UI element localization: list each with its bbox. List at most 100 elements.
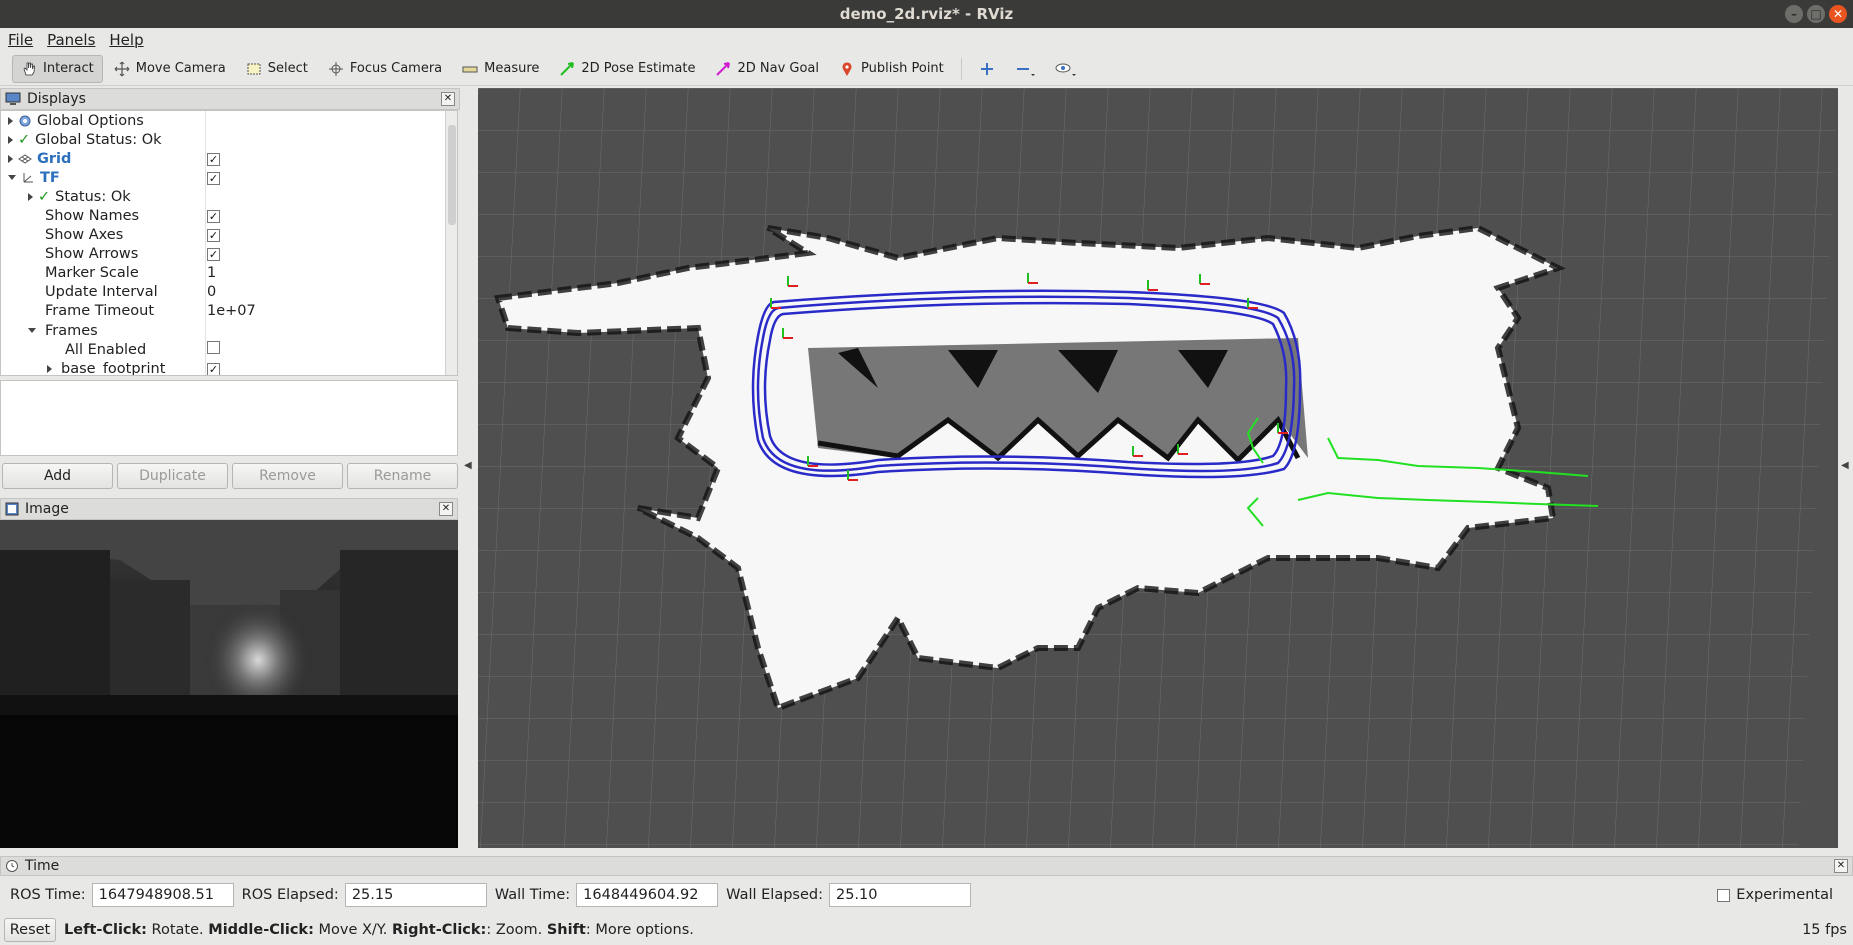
update-interval-value[interactable]: 0 [207, 284, 216, 300]
tree-row-all-enabled[interactable]: All Enabled [1, 340, 457, 359]
tree-label: Show Axes [45, 227, 124, 244]
show-names-checkbox[interactable]: ✓ [207, 208, 220, 224]
menu-file[interactable]: File [8, 31, 33, 49]
displays-scrollbar[interactable] [445, 111, 457, 375]
base-footprint-checkbox[interactable]: ✓ [207, 361, 220, 375]
display-buttons: Add Duplicate Remove Rename [2, 463, 458, 489]
experimental-checkbox[interactable] [1717, 888, 1731, 902]
clock-icon [6, 860, 18, 872]
focus-camera-tool[interactable]: Focus Camera [319, 55, 451, 83]
fps-indicator: 15 fps [1802, 922, 1847, 938]
toolbar: Interact Move Camera Select Focus Camera… [0, 52, 1853, 86]
show-arrows-checkbox[interactable]: ✓ [207, 246, 220, 262]
tree-row-tf[interactable]: TF ✓ [1, 168, 457, 187]
collapse-arrow-icon[interactable] [8, 175, 16, 181]
tree-row-global-status[interactable]: ✓ Global Status: Ok [1, 130, 457, 149]
frame-timeout-value[interactable]: 1e+07 [207, 303, 256, 319]
experimental-toggle[interactable]: Experimental [1717, 887, 1833, 903]
tree-row-show-names[interactable]: Show Names ✓ [1, 206, 457, 225]
remove-tool-button[interactable] [1006, 55, 1044, 83]
add-tool-button[interactable] [970, 55, 1004, 83]
menubar: File Panels Help [0, 28, 1853, 52]
tree-label: Global Status: Ok [35, 131, 162, 148]
tree-label: TF [40, 169, 60, 186]
tree-row-base-footprint[interactable]: base_footprint ✓ [1, 359, 457, 375]
wall-time-field[interactable]: 1648449604.92 [576, 883, 719, 907]
expand-arrow-icon[interactable] [8, 135, 13, 144]
tree-row-grid[interactable]: Grid ✓ [1, 149, 457, 168]
ok-check-icon: ✓ [38, 188, 51, 205]
tree-label: Grid [37, 150, 72, 167]
pose-estimate-tool[interactable]: 2D Pose Estimate [550, 55, 704, 83]
tree-row-global-options[interactable]: Global Options [1, 111, 457, 130]
view-tool-button[interactable] [1046, 55, 1086, 83]
tree-row-status[interactable]: ✓ Status: Ok [1, 187, 457, 206]
move-camera-label: Move Camera [135, 61, 226, 76]
displays-tree: Global Options ✓ Global Status: Ok Grid … [0, 110, 458, 376]
minimize-icon[interactable]: – [1785, 5, 1803, 23]
move-camera-tool[interactable]: Move Camera [105, 55, 235, 83]
move-camera-icon [114, 61, 130, 76]
wall-elapsed-field[interactable]: 25.10 [828, 883, 971, 907]
focus-camera-label: Focus Camera [349, 61, 443, 76]
tree-label: All Enabled [65, 341, 147, 358]
all-enabled-checkbox[interactable] [207, 341, 220, 358]
publish-point-tool[interactable]: Publish Point [830, 55, 953, 83]
maximize-icon[interactable]: □ [1807, 5, 1825, 23]
tree-label: Update Interval [45, 284, 158, 301]
reset-button[interactable]: Reset [4, 918, 56, 942]
image-title: Image [25, 501, 69, 517]
displays-close-icon[interactable]: ✕ [441, 92, 455, 106]
ruler-icon [462, 66, 478, 72]
collapse-arrow-icon[interactable] [28, 328, 36, 334]
rename-button[interactable]: Rename [347, 463, 458, 489]
menu-help[interactable]: Help [109, 31, 143, 49]
collapse-right-icon[interactable]: ◀ [1841, 460, 1849, 471]
expand-arrow-icon[interactable] [8, 116, 13, 125]
tree-row-show-arrows[interactable]: Show Arrows ✓ [1, 245, 457, 264]
show-axes-checkbox[interactable]: ✓ [207, 227, 220, 243]
image-close-icon[interactable]: ✕ [439, 502, 453, 516]
remove-button[interactable]: Remove [232, 463, 343, 489]
interact-tool[interactable]: Interact [12, 54, 103, 83]
tree-row-frame-timeout[interactable]: Frame Timeout 1e+07 [1, 302, 457, 321]
publish-point-label: Publish Point [861, 61, 944, 76]
tree-label: Show Arrows [45, 246, 139, 263]
tree-row-show-axes[interactable]: Show Axes ✓ [1, 226, 457, 245]
nav-goal-label: 2D Nav Goal [737, 61, 820, 76]
hand-icon [23, 62, 35, 75]
time-close-icon[interactable]: ✕ [1834, 859, 1848, 873]
add-button[interactable]: Add [2, 463, 113, 489]
measure-label: Measure [484, 61, 540, 76]
nav-goal-tool[interactable]: 2D Nav Goal [706, 55, 828, 83]
tree-row-marker-scale[interactable]: Marker Scale 1 [1, 264, 457, 283]
gear-icon [19, 115, 31, 127]
expand-arrow-icon[interactable] [28, 192, 33, 201]
map-scene[interactable] [478, 88, 1838, 848]
ros-elapsed-field[interactable]: 25.15 [344, 883, 487, 907]
tree-row-update-interval[interactable]: Update Interval 0 [1, 283, 457, 302]
measure-tool[interactable]: Measure [453, 55, 548, 83]
depth-image-view [0, 520, 458, 848]
expand-arrow-icon[interactable] [47, 364, 52, 373]
time-header: Time ✕ [0, 856, 1853, 876]
tree-label: Frames [45, 322, 98, 339]
expand-arrow-icon[interactable] [8, 154, 13, 163]
marker-scale-value[interactable]: 1 [207, 265, 216, 281]
time-row: ROS Time: 1647948908.51 ROS Elapsed: 25.… [0, 880, 1853, 910]
tf-checkbox[interactable]: ✓ [207, 170, 220, 186]
render-viewport[interactable] [478, 88, 1838, 848]
window-title: demo_2d.rviz* - RViz [839, 5, 1014, 23]
menu-panels[interactable]: Panels [47, 31, 95, 49]
tree-row-frames[interactable]: Frames [1, 321, 457, 340]
ros-time-field[interactable]: 1647948908.51 [91, 883, 234, 907]
close-icon[interactable]: ✕ [1829, 5, 1847, 23]
select-tool[interactable]: Select [237, 55, 317, 83]
grid-checkbox[interactable]: ✓ [207, 151, 220, 167]
collapse-left-icon[interactable]: ◀ [464, 460, 472, 471]
scrollbar-thumb[interactable] [448, 125, 456, 225]
duplicate-button[interactable]: Duplicate [117, 463, 228, 489]
tree-label: Marker Scale [45, 265, 139, 282]
eye-icon [1055, 63, 1076, 76]
tree-label: Status: Ok [55, 188, 131, 205]
